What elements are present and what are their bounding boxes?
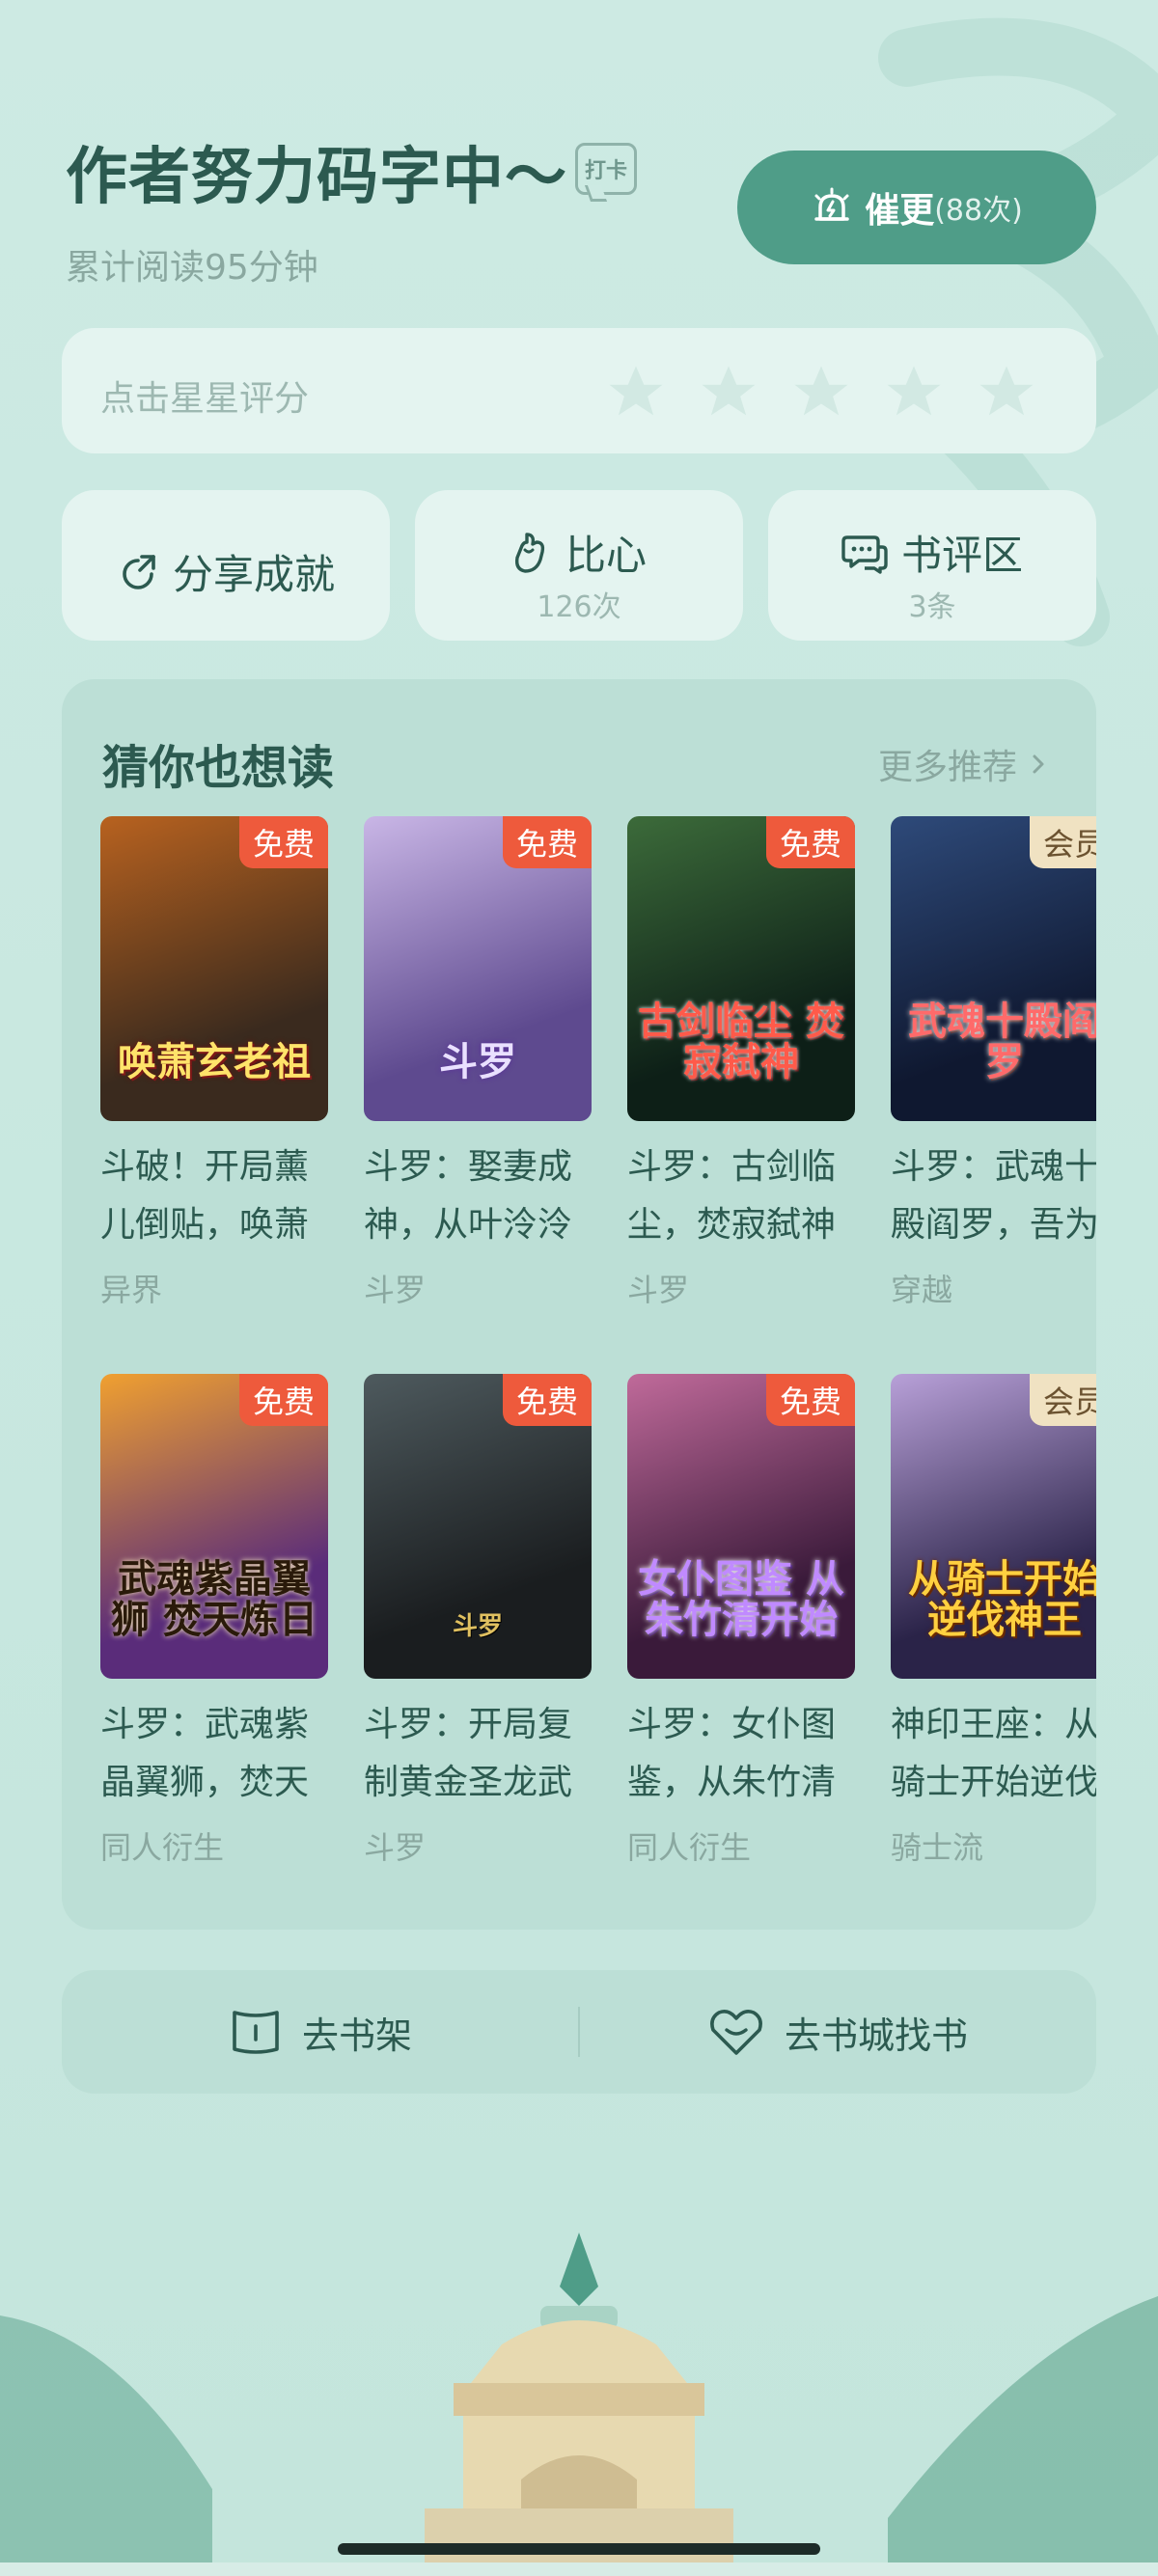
bottom-strip [0, 2562, 1158, 2576]
review-label: 书评区 [900, 532, 1023, 579]
go-bookshelf-label: 去书架 [301, 2014, 412, 2057]
cover-title: 从骑士开始 逆伐神王 [908, 1556, 1096, 1642]
home-indicator [338, 2543, 820, 2555]
cover-title: 武魂十殿阎罗 [908, 999, 1096, 1084]
free-badge: 免费 [765, 816, 855, 868]
star-rating[interactable] [604, 361, 1038, 425]
star-icon[interactable] [882, 361, 946, 425]
book-card[interactable]: 武魂紫晶翼狮 焚天炼日 免费 斗罗：武魂紫晶翼狮，焚天 同人衍生 [100, 1374, 328, 1868]
book-card[interactable]: 唤萧玄老祖 免费 斗破！开局薰儿倒贴，唤萧 异界 [100, 816, 328, 1310]
cover-title: 女仆图鉴 从朱竹清开始 [638, 1556, 844, 1642]
bookshelf-icon [233, 2011, 279, 2054]
book-title: 斗罗：武魂紫晶翼狮，焚天 [100, 1705, 310, 1802]
free-badge: 免费 [502, 1374, 592, 1426]
star-icon[interactable] [604, 361, 668, 425]
book-card[interactable]: 女仆图鉴 从朱竹清开始 免费 斗罗：女仆图鉴，从朱竹清 同人衍生 [627, 1374, 855, 1868]
book-title: 斗破！开局薰儿倒贴，唤萧 [100, 1147, 310, 1245]
book-category: 斗罗 [627, 1272, 690, 1308]
book-review-button[interactable]: 书评区 3条 [768, 490, 1096, 641]
share-icon [123, 554, 155, 589]
go-bookstore-label: 去书城找书 [784, 2014, 968, 2057]
page-title: 作者努力码字中～ [66, 142, 567, 213]
comment-icon [841, 534, 888, 574]
book-title: 斗罗：开局复制黄金圣龙武 [364, 1705, 573, 1802]
share-achievement-button[interactable]: 分享成就 [62, 490, 390, 641]
book-title: 斗罗：娶妻成神，从叶泠泠 [364, 1147, 573, 1245]
cover-title: 斗罗 [439, 1039, 516, 1084]
recommend-title: 猜你也想读 [102, 741, 335, 795]
book-title: 神印王座：从骑士开始逆伐 [891, 1705, 1096, 1802]
book-category: 斗罗 [364, 1272, 427, 1308]
go-bookshelf-button[interactable]: 去书架 [62, 1970, 579, 2094]
vip-badge: 会员 [1029, 1374, 1096, 1426]
heart-label: 比心 [565, 532, 647, 579]
book-category: 穿越 [891, 1272, 953, 1308]
book-category: 同人衍生 [627, 1829, 752, 1866]
heart-gesture-button[interactable]: 比心 126次 [415, 490, 743, 641]
book-title: 斗罗：古剑临尘，焚寂弑神 [627, 1147, 837, 1245]
free-badge: 免费 [502, 816, 592, 868]
chevron-right-icon [1033, 754, 1044, 774]
share-label: 分享成就 [172, 551, 335, 598]
book-cover: 从骑士开始 逆伐神王 会员 [891, 1374, 1096, 1679]
book-cover: 斗罗 免费 [364, 816, 592, 1121]
cover-title: 斗罗 [452, 1611, 503, 1641]
free-badge: 免费 [765, 1374, 855, 1426]
go-bookstore-button[interactable]: 去书城找书 [579, 1970, 1096, 2094]
book-card[interactable]: 斗罗 免费 斗罗：开局复制黄金圣龙武 斗罗 [364, 1374, 592, 1868]
finger-heart-icon [514, 532, 545, 573]
vip-badge: 会员 [1029, 816, 1096, 868]
star-icon[interactable] [697, 361, 760, 425]
book-category: 斗罗 [364, 1829, 427, 1866]
free-badge: 免费 [238, 816, 328, 868]
urge-count: (88次) [934, 194, 1023, 228]
star-icon[interactable] [789, 361, 853, 425]
urge-update-button[interactable]: 催更 (88次) [737, 151, 1096, 264]
book-title: 斗罗：武魂十殿阎罗，吾为 [891, 1147, 1096, 1245]
bottom-navigation: 去书架 去书城找书 [62, 1970, 1096, 2094]
book-cover: 斗罗 免费 [364, 1374, 592, 1679]
book-cover: 唤萧玄老祖 免费 [100, 816, 328, 1121]
bookstore-heart-icon [710, 2010, 762, 2055]
book-category: 骑士流 [891, 1829, 984, 1866]
more-recommend-label: 更多推荐 [877, 748, 1017, 787]
book-cover: 女仆图鉴 从朱竹清开始 免费 [627, 1374, 855, 1679]
cover-title: 古剑临尘 焚寂弑神 [638, 999, 844, 1084]
review-count: 3条 [908, 590, 956, 624]
background-scenery [0, 2233, 1158, 2576]
book-cover: 武魂紫晶翼狮 焚天炼日 免费 [100, 1374, 328, 1679]
book-card[interactable]: 古剑临尘 焚寂弑神 免费 斗罗：古剑临尘，焚寂弑神 斗罗 [627, 816, 855, 1310]
book-category: 同人衍生 [100, 1829, 225, 1866]
book-title: 斗罗：女仆图鉴，从朱竹清 [627, 1705, 837, 1802]
cover-title: 武魂紫晶翼狮 焚天炼日 [111, 1556, 317, 1642]
book-card[interactable]: 斗罗 免费 斗罗：娶妻成神，从叶泠泠 斗罗 [364, 816, 592, 1310]
rating-bar: 点击星星评分 [62, 328, 1096, 453]
rating-label: 点击星星评分 [100, 379, 310, 419]
reading-time: 累计阅读95分钟 [66, 248, 318, 288]
cover-title: 唤萧玄老祖 [118, 1039, 311, 1084]
recommend-panel: 猜你也想读 更多推荐 唤萧玄老祖 免费 斗破！开局薰儿倒贴，唤萧 异界 斗罗 免… [62, 679, 1096, 1930]
book-cover: 古剑临尘 焚寂弑神 免费 [627, 816, 855, 1121]
book-cover: 武魂十殿阎罗 会员 [891, 816, 1096, 1121]
more-recommend-link[interactable]: 更多推荐 [878, 739, 1046, 789]
urge-label: 催更 [865, 191, 935, 231]
alarm-icon [814, 187, 849, 221]
star-icon[interactable] [975, 361, 1038, 425]
book-card[interactable]: 从骑士开始 逆伐神王 会员 神印王座：从骑士开始逆伐 骑士流 [891, 1374, 1096, 1868]
free-badge: 免费 [238, 1374, 328, 1426]
book-category: 异界 [100, 1272, 163, 1308]
book-card[interactable]: 武魂十殿阎罗 会员 斗罗：武魂十殿阎罗，吾为 穿越 [891, 816, 1096, 1310]
heart-count: 126次 [537, 590, 621, 624]
checkin-badge[interactable]: 打卡 [575, 143, 637, 195]
